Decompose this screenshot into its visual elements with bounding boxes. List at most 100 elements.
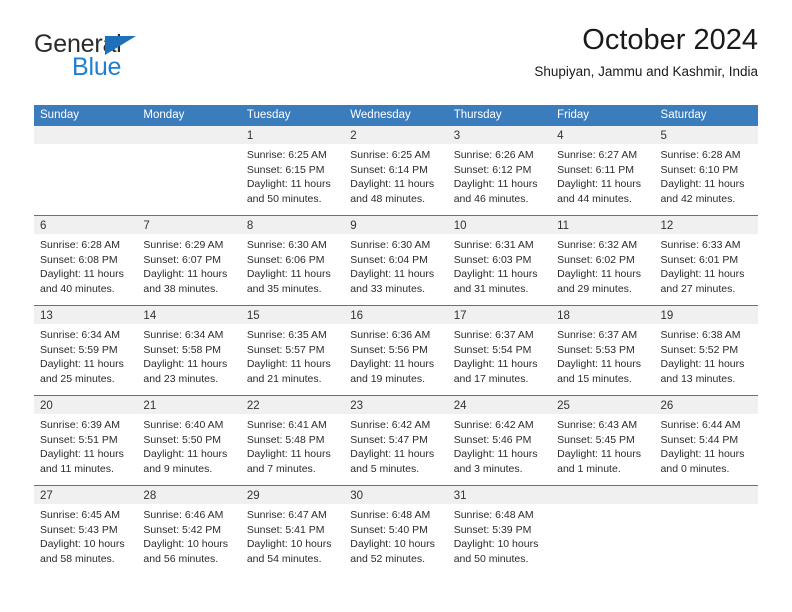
- day-number: 4: [557, 130, 564, 142]
- sunset-text: Sunset: 5:45 PM: [557, 433, 635, 446]
- day-cell[interactable]: 29 Sunrise: 6:47 AM Sunset: 5:41 PM Dayligh…: [240, 486, 345, 575]
- day-cell[interactable]: 13 Sunrise: 6:34 AM Sunset: 5:59 PM Dayligh…: [34, 306, 138, 395]
- day-details: Sunrise: 6:25 AM Sunset: 6:15 PM Daylight:…: [241, 144, 344, 206]
- daylight-text: Daylight: 11 hours and 21 minutes.: [246, 358, 331, 385]
- sunset-text: Sunset: 6:12 PM: [453, 163, 532, 176]
- day-number-band: 18: [551, 306, 655, 324]
- day-details: Sunrise: 6:34 AM Sunset: 5:58 PM Daylight:…: [137, 324, 240, 386]
- day-cell[interactable]: 1 Sunrise: 6:25 AM Sunset: 6:15 PM Daylight…: [240, 126, 345, 215]
- weekday-monday: Monday: [143, 109, 185, 121]
- day-cell[interactable]: 12 Sunrise: 6:33 AM Sunset: 6:01 PM Dayligh…: [654, 216, 758, 305]
- sunrise-text: Sunrise: 6:45 AM: [40, 509, 120, 521]
- day-cell[interactable]: 18 Sunrise: 6:37 AM Sunset: 5:53 PM Dayligh…: [551, 306, 655, 395]
- sunset-text: Sunset: 5:47 PM: [350, 433, 428, 446]
- day-cell[interactable]: 7 Sunrise: 6:29 AM Sunset: 6:07 PM Daylight…: [137, 216, 241, 305]
- day-number: 27: [40, 490, 53, 502]
- day-cell[interactable]: 17 Sunrise: 6:37 AM Sunset: 5:54 PM Dayligh…: [447, 306, 552, 395]
- day-cell[interactable]: 30 Sunrise: 6:48 AM Sunset: 5:40 PM Dayligh…: [344, 486, 448, 575]
- sunset-text: Sunset: 6:03 PM: [453, 253, 532, 266]
- day-cell-empty: [34, 126, 138, 215]
- sunset-text: Sunset: 5:39 PM: [453, 523, 532, 536]
- sunset-text: Sunset: 5:42 PM: [143, 523, 222, 536]
- day-cell[interactable]: 25 Sunrise: 6:43 AM Sunset: 5:45 PM Dayligh…: [551, 396, 655, 485]
- day-number-band: [654, 486, 758, 504]
- day-details: Sunrise: 6:38 AM Sunset: 5:52 PM Daylight:…: [655, 324, 758, 386]
- daylight-text: Daylight: 11 hours and 46 minutes.: [453, 178, 538, 205]
- day-number-band: 9: [344, 216, 448, 234]
- day-number-band: 14: [137, 306, 241, 324]
- title-block: October 2024 Shupiyan, Jammu and Kashmir…: [534, 24, 758, 79]
- day-cell[interactable]: 10 Sunrise: 6:31 AM Sunset: 6:03 PM Dayligh…: [447, 216, 552, 305]
- sunset-text: Sunset: 5:59 PM: [40, 343, 118, 356]
- sunset-text: Sunset: 6:08 PM: [40, 253, 118, 266]
- day-number-band: 27: [34, 486, 138, 504]
- day-details: Sunrise: 6:37 AM Sunset: 5:53 PM Daylight:…: [551, 324, 654, 386]
- day-number: 28: [143, 490, 157, 502]
- day-cell[interactable]: 2 Sunrise: 6:25 AM Sunset: 6:14 PM Daylight…: [344, 126, 448, 215]
- day-cell[interactable]: 16 Sunrise: 6:36 AM Sunset: 5:56 PM Dayligh…: [344, 306, 448, 395]
- day-number-band: 21: [137, 396, 241, 414]
- day-number-band: 24: [447, 396, 552, 414]
- day-details: Sunrise: 6:32 AM Sunset: 6:02 PM Daylight:…: [551, 234, 654, 296]
- day-cell[interactable]: 19 Sunrise: 6:38 AM Sunset: 5:52 PM Dayligh…: [654, 306, 758, 395]
- day-number-band: 10: [447, 216, 552, 234]
- day-number-band: [551, 486, 655, 504]
- daylight-text: Daylight: 11 hours and 17 minutes.: [453, 358, 538, 385]
- sunrise-text: Sunrise: 6:40 AM: [143, 419, 224, 431]
- day-cell[interactable]: 11 Sunrise: 6:32 AM Sunset: 6:02 PM Dayligh…: [551, 216, 655, 305]
- day-cell[interactable]: 5 Sunrise: 6:28 AM Sunset: 6:10 PM Daylight…: [654, 126, 758, 215]
- day-number: 23: [350, 400, 364, 412]
- calendar-week-row: 27 Sunrise: 6:45 AM Sunset: 5:43 PM Dayligh…: [34, 485, 758, 575]
- sunrise-text: Sunrise: 6:28 AM: [660, 149, 741, 161]
- day-number-band: 16: [344, 306, 448, 324]
- day-cell[interactable]: 14 Sunrise: 6:34 AM Sunset: 5:58 PM Dayligh…: [137, 306, 241, 395]
- day-cell[interactable]: 6 Sunrise: 6:28 AM Sunset: 6:08 PM Daylight…: [34, 216, 138, 305]
- sunrise-text: Sunrise: 6:26 AM: [453, 149, 534, 161]
- day-cell[interactable]: 3 Sunrise: 6:26 AM Sunset: 6:12 PM Daylight…: [447, 126, 552, 215]
- sunset-text: Sunset: 5:46 PM: [453, 433, 532, 446]
- day-number: 10: [453, 220, 467, 232]
- daylight-text: Daylight: 11 hours and 27 minutes.: [660, 268, 745, 295]
- calendar-grid: Sunday Monday Tuesday Wednesday Thursday…: [34, 105, 758, 575]
- day-details: Sunrise: 6:48 AM Sunset: 5:39 PM Daylight:…: [448, 504, 551, 566]
- day-cell[interactable]: 21 Sunrise: 6:40 AM Sunset: 5:50 PM Dayligh…: [137, 396, 241, 485]
- day-cell-empty: [137, 126, 241, 215]
- day-cell[interactable]: 9 Sunrise: 6:30 AM Sunset: 6:04 PM Daylight…: [344, 216, 448, 305]
- generalblue-logo[interactable]: General Blue: [34, 32, 234, 88]
- sunrise-text: Sunrise: 6:37 AM: [453, 329, 534, 341]
- day-cell[interactable]: 20 Sunrise: 6:39 AM Sunset: 5:51 PM Dayligh…: [34, 396, 138, 485]
- day-number-band: 6: [34, 216, 138, 234]
- sunset-text: Sunset: 6:11 PM: [557, 163, 634, 176]
- day-cell[interactable]: 31 Sunrise: 6:48 AM Sunset: 5:39 PM Dayligh…: [447, 486, 552, 575]
- daylight-text: Daylight: 11 hours and 29 minutes.: [557, 268, 641, 295]
- day-cell[interactable]: 24 Sunrise: 6:42 AM Sunset: 5:46 PM Dayligh…: [447, 396, 552, 485]
- sunrise-text: Sunrise: 6:47 AM: [246, 509, 327, 521]
- day-number: 1: [246, 130, 254, 142]
- day-cell[interactable]: 22 Sunrise: 6:41 AM Sunset: 5:48 PM Dayligh…: [240, 396, 345, 485]
- day-cell-empty: [654, 486, 758, 575]
- sunrise-text: Sunrise: 6:35 AM: [246, 329, 327, 341]
- day-number-band: [137, 126, 241, 144]
- sunrise-text: Sunrise: 6:37 AM: [557, 329, 638, 341]
- day-number: 21: [143, 400, 157, 412]
- day-details: Sunrise: 6:31 AM Sunset: 6:03 PM Daylight:…: [448, 234, 551, 296]
- day-details: Sunrise: 6:44 AM Sunset: 5:44 PM Daylight:…: [655, 414, 758, 476]
- day-number: 6: [40, 220, 47, 232]
- day-cell-empty: [551, 486, 655, 575]
- day-number-band: 20: [34, 396, 138, 414]
- day-cell[interactable]: 8 Sunrise: 6:30 AM Sunset: 6:06 PM Daylight…: [240, 216, 345, 305]
- sunrise-text: Sunrise: 6:41 AM: [246, 419, 327, 431]
- day-cell[interactable]: 4 Sunrise: 6:27 AM Sunset: 6:11 PM Daylight…: [551, 126, 655, 215]
- day-number-band: 1: [240, 126, 345, 144]
- day-cell[interactable]: 23 Sunrise: 6:42 AM Sunset: 5:47 PM Dayligh…: [344, 396, 448, 485]
- sunset-text: Sunset: 6:10 PM: [660, 163, 739, 176]
- day-cell[interactable]: 26 Sunrise: 6:44 AM Sunset: 5:44 PM Dayligh…: [654, 396, 758, 485]
- sunset-text: Sunset: 6:02 PM: [557, 253, 635, 266]
- day-details: Sunrise: 6:28 AM Sunset: 6:10 PM Daylight:…: [655, 144, 758, 206]
- day-number: 13: [40, 310, 53, 322]
- day-cell[interactable]: 15 Sunrise: 6:35 AM Sunset: 5:57 PM Dayligh…: [240, 306, 345, 395]
- day-cell[interactable]: 28 Sunrise: 6:46 AM Sunset: 5:42 PM Dayligh…: [137, 486, 241, 575]
- day-cell[interactable]: 27 Sunrise: 6:45 AM Sunset: 5:43 PM Dayligh…: [34, 486, 138, 575]
- sunset-text: Sunset: 5:48 PM: [246, 433, 325, 446]
- day-number-band: 11: [551, 216, 655, 234]
